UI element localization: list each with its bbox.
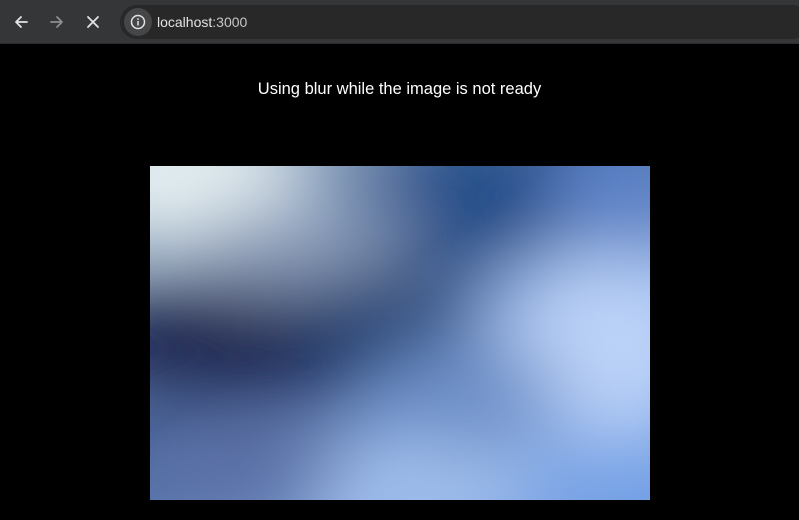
- address-bar[interactable]: localhost:3000: [120, 5, 799, 39]
- close-icon: [87, 16, 99, 28]
- blurred-placeholder-image: [150, 166, 650, 500]
- url-port: :3000: [212, 14, 248, 30]
- site-info-button[interactable]: [124, 8, 152, 36]
- blur-image-graphic: [150, 166, 650, 500]
- url-text[interactable]: localhost:3000: [157, 13, 247, 31]
- forward-button[interactable]: [41, 6, 73, 38]
- back-button[interactable]: [5, 6, 37, 38]
- page-content: Using blur while the image is not ready: [0, 44, 799, 520]
- browser-toolbar: localhost:3000: [0, 0, 799, 44]
- url-host: localhost: [157, 14, 213, 30]
- info-icon: [130, 14, 146, 30]
- arrow-right-icon: [50, 16, 63, 28]
- page-heading: Using blur while the image is not ready: [257, 80, 542, 98]
- arrow-left-icon: [15, 16, 28, 28]
- stop-loading-button[interactable]: [77, 6, 109, 38]
